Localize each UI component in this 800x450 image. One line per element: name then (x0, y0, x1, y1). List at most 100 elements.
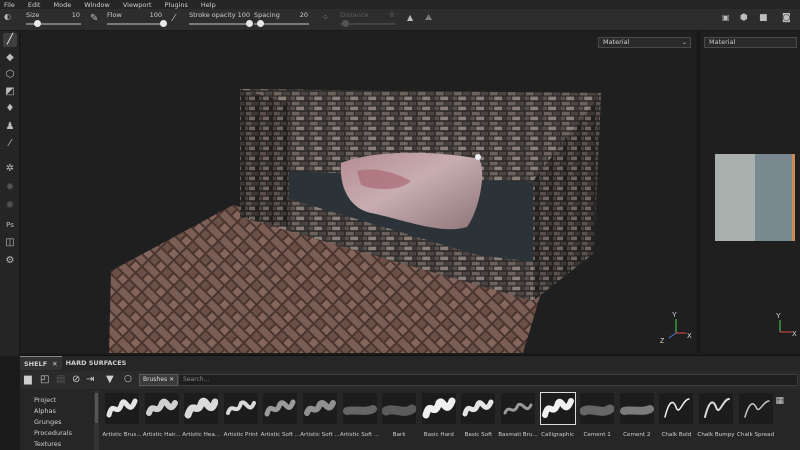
brush-item[interactable]: Artistic Soft ... (340, 392, 379, 438)
brush-item[interactable]: Artistic Brus... (102, 392, 142, 438)
svg-text:X: X (792, 331, 797, 338)
display-mode-icon[interactable]: ▣ (722, 13, 730, 22)
brush-label: Artistic Hea... (182, 432, 221, 438)
brush-item[interactable]: Cement 1 (579, 392, 615, 438)
brush-item[interactable]: Bark (381, 392, 417, 438)
close-icon[interactable]: ✕ (169, 376, 174, 383)
lazy-mouse-icon[interactable]: ⁘ (322, 13, 329, 22)
brush-item[interactable]: Basic Soft (460, 392, 496, 438)
export-icon[interactable]: ◫ (3, 236, 17, 250)
size-slider[interactable]: ◐ Size 10 (4, 9, 84, 31)
menu-help[interactable]: Help (201, 1, 216, 9)
projection-icon[interactable]: ⬡ (3, 68, 17, 82)
spacing-knob[interactable] (257, 20, 265, 27)
spacing-value[interactable]: 20 (296, 11, 308, 19)
new-item-icon[interactable]: ◰ (40, 374, 49, 385)
menu-plugins[interactable]: Plugins (165, 1, 188, 9)
brush-item[interactable]: Calligraphic (539, 392, 576, 438)
eraser-icon[interactable]: ◆ (3, 51, 17, 65)
distance-slider[interactable]: ⁘ Distance 8 (322, 9, 402, 31)
distance-knob[interactable] (342, 20, 349, 27)
brush-item[interactable]: Basic Hard (421, 392, 457, 438)
distance-value[interactable]: 8 (382, 11, 394, 19)
size-value[interactable]: 10 (64, 11, 80, 19)
video-camera-icon[interactable]: ■ (759, 13, 768, 23)
size-knob[interactable] (33, 20, 41, 27)
spacing-slider[interactable]: Spacing 20 (238, 9, 313, 31)
screenshot-camera-icon[interactable]: ◙ (782, 13, 791, 23)
menu-viewport[interactable]: Viewport (123, 1, 152, 9)
tab-hard-surfaces[interactable]: HARD SURFACES (62, 356, 131, 370)
tab-shelf[interactable]: SHELF ✕ (20, 356, 62, 370)
menu-edit[interactable]: Edit (28, 1, 41, 9)
2d-view[interactable]: Material Y X (699, 31, 800, 353)
symmetry-icon[interactable]: ▲ (407, 13, 413, 22)
paint-brush-icon[interactable]: ╱ (3, 33, 17, 47)
camera-cube-icon[interactable]: ⬢ (740, 13, 748, 23)
brush-item[interactable]: Chalk Bumpy (697, 392, 735, 438)
clone-stamp-icon[interactable]: ♟ (3, 120, 17, 134)
menu-file[interactable]: File (4, 1, 15, 9)
flow-knob[interactable] (159, 20, 167, 27)
brush-item[interactable]: Artistic Hea... (182, 392, 220, 438)
context-toolbar: ◐ Size 10 ✎ Flow 100 ⁄ Stroke opacity 10… (0, 9, 800, 31)
category-scrollbar[interactable] (94, 391, 99, 450)
geometry-fill-icon[interactable]: ◩ (3, 85, 17, 99)
smudge-icon[interactable]: ♦ (3, 102, 17, 116)
filter-chip-label: Brushes (143, 376, 168, 383)
menu-window[interactable]: Window (84, 1, 110, 9)
category-project[interactable]: Project (34, 396, 56, 404)
brush-item[interactable]: Basmati Bru... (498, 392, 538, 438)
uv-texture-view[interactable]: Y X (700, 31, 800, 353)
brush-preview (382, 393, 417, 424)
symmetry-settings-icon[interactable]: ⟁ (425, 13, 432, 23)
brush-label: Cement 1 (583, 432, 611, 438)
category-textures[interactable]: Textures (34, 440, 61, 448)
import-icon[interactable]: ⇥ (86, 374, 94, 385)
photoshop-icon[interactable]: Ps (3, 218, 17, 232)
brush-label: Artistic Soft ... (339, 432, 380, 438)
grid-view-icon[interactable]: ▦ (775, 396, 784, 406)
brush-label: Artistic Soft ... (300, 432, 340, 438)
flow-slider[interactable]: ✎ Flow 100 (90, 9, 170, 31)
tool-strip: ╱ ◆ ⬡ ◩ ♦ ♟ ⁄ ✲ ✹ ✺ Ps ◫ ⚙ (0, 31, 20, 356)
brush-item[interactable]: Cement 2 (619, 392, 655, 438)
physical-paint-icon[interactable]: ✺ (3, 199, 17, 213)
svg-text:X: X (687, 333, 692, 340)
brush-item[interactable]: Chalk Spread (737, 392, 774, 438)
brush-preview (421, 393, 456, 424)
save-icon[interactable]: ▤ (56, 374, 65, 385)
brush-item[interactable]: Artistic Hair... (143, 392, 180, 438)
circle-toggle-icon[interactable]: ○ (124, 374, 132, 384)
brush-preview (501, 393, 535, 424)
flow-track[interactable] (107, 23, 163, 25)
shelf-search-input[interactable]: Search... (178, 374, 798, 386)
menu-mode[interactable]: Mode (53, 1, 71, 9)
color-picker-icon[interactable]: ⁄ (3, 137, 17, 151)
stroke-pen-icon[interactable]: ⁄ (173, 13, 175, 24)
brush-item[interactable]: Chalk Bold (658, 392, 694, 438)
3d-scene[interactable]: Y X Z (21, 31, 696, 353)
viewport-material-select[interactable]: Material ⌄ (598, 37, 691, 48)
folder-icon[interactable]: ▆ (24, 374, 32, 385)
brush-label: Artistic Print (223, 432, 258, 438)
category-alphas[interactable]: Alphas (34, 407, 56, 415)
settings-gear-icon[interactable]: ⚙ (3, 254, 17, 268)
filter-chip[interactable]: Brushes ✕ (139, 374, 179, 386)
brush-item[interactable]: Artistic Soft ... (261, 392, 300, 438)
axis-gizmo: Y X Z (660, 312, 692, 345)
flow-value[interactable]: 100 (142, 11, 162, 19)
category-grunges[interactable]: Grunges (34, 418, 61, 426)
filter-icon[interactable]: ▼ (106, 374, 114, 385)
light-gizmo[interactable] (475, 154, 481, 160)
category-procedurals[interactable]: Procedurals (34, 429, 72, 437)
flow-brush-icon[interactable]: ✎ (90, 13, 98, 24)
brush-item[interactable]: Artistic Soft ... (300, 392, 340, 438)
3d-viewport[interactable]: Y X Z Material ⌄ (21, 31, 696, 353)
bake-settings-icon[interactable]: ✲ (3, 162, 17, 176)
hide-icon[interactable]: ⊘ (72, 374, 80, 385)
brush-item[interactable]: Artistic Print (223, 392, 259, 438)
close-icon[interactable]: ✕ (52, 360, 57, 368)
menu-bar: File Edit Mode Window Viewport Plugins H… (0, 0, 800, 9)
polygon-fill-icon[interactable]: ✹ (3, 181, 17, 195)
